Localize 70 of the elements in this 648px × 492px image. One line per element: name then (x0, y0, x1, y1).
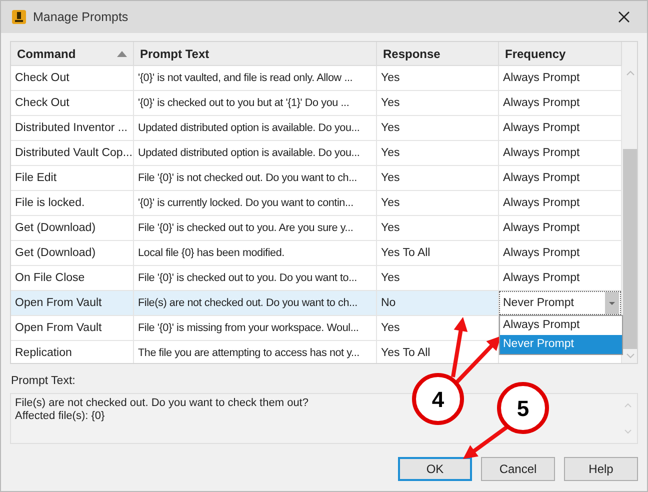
table-cell: '{0}' is not vaulted, and file is read only. Allow ... (138, 72, 353, 84)
table-row[interactable]: Get (Download) Local file {0} has been modified. Yes To All Always Prompt (11, 241, 622, 266)
app-icon (11, 9, 27, 25)
table-row[interactable]: Check Out '{0}' is not vaulted, and file is read only. Allow ... Yes Always Prompt (11, 66, 622, 91)
table-cell: Local file {0} has been modified. (138, 247, 284, 259)
table-cell: Get (Download) (15, 247, 96, 259)
arrow (463, 425, 508, 459)
table-cell: Yes (381, 322, 400, 334)
table-cell: Distributed Vault Cop... (15, 147, 132, 159)
callout-number: 5 (516, 396, 530, 421)
table-cell: File '{0}' is checked out to you. Are you sure y... (138, 222, 354, 234)
close-icon[interactable] (618, 11, 630, 23)
table-cell: '{0}' is currently locked. Do you want to contin... (138, 197, 354, 209)
window-title: Manage Prompts (33, 10, 130, 24)
table-cell: Open From Vault (15, 322, 102, 334)
table-row[interactable]: File Edit File '{0}' is not checked out. Do you want to ch... Yes Always Prompt (11, 166, 622, 191)
column-header[interactable]: Response (377, 42, 499, 65)
table-row[interactable]: Get (Download) File '{0}' is checked out to you. Are you sure y... Yes Always Prompt (11, 216, 622, 241)
table-cell: '{0}' is checked out to you but at '{1}' Do you ... (138, 97, 350, 109)
table-cell: Always Prompt (503, 72, 580, 84)
prompt-text-line: Affected file(s): {0} (15, 410, 105, 423)
table-cell: Get (Download) (15, 222, 96, 234)
table-cell: Always Prompt (503, 97, 580, 109)
table-cell: Yes (381, 222, 400, 234)
table-cell: File is locked. (15, 197, 85, 209)
table-row[interactable]: File is locked. '{0}' is currently locked. Do you want to contin... Yes Always Prompt (11, 191, 622, 216)
table-cell: File '{0}' is missing from your workspace. Woul... (138, 322, 359, 334)
table-cell: Always Prompt (503, 172, 580, 184)
table-row[interactable]: Distributed Vault Cop... Updated distributed option is available. Do you... Yes Always Prompt (11, 141, 622, 166)
table-cell: Yes (381, 197, 400, 209)
table-cell: Always Prompt (503, 122, 580, 134)
table-cell: File(s) are not checked out. Do you want to ch... (138, 297, 358, 309)
callout-circle (412, 373, 464, 425)
table-cell: Yes (381, 147, 400, 159)
table-cell: File '{0}' is not checked out. Do you want to ch... (138, 172, 357, 184)
table-cell: Yes To All (381, 247, 430, 259)
dialog-button[interactable]: Help (564, 457, 638, 481)
table-row[interactable]: Check Out '{0}' is checked out to you but at '{1}' Do you ... Yes Always Prompt (11, 91, 622, 116)
table-cell: Yes (381, 97, 400, 109)
table-cell: Yes (381, 72, 400, 84)
table-cell: Updated distributed option is available. Do you... (138, 147, 360, 159)
callout-circle (497, 382, 549, 434)
table-cell: Always Prompt (503, 247, 580, 259)
table-cell: File Edit (15, 172, 57, 184)
table-cell: Open From Vault (15, 297, 102, 309)
table-cell: Updated distributed option is available. Do you... (138, 122, 360, 134)
table-cell: Yes (381, 272, 400, 284)
column-header[interactable]: Command (11, 42, 134, 65)
table-cell: Always Prompt (503, 197, 580, 209)
column-header[interactable]: Prompt Text (134, 42, 377, 65)
scrollbar[interactable] (622, 42, 637, 363)
table-cell: Always Prompt (503, 222, 580, 234)
table-cell: Distributed Inventor ... (15, 122, 128, 134)
table-row[interactable]: Distributed Inventor ... Updated distributed option is available. Do you... Yes Always Prompt (11, 116, 622, 141)
table-cell: Check Out (15, 97, 70, 109)
table-cell: Check Out (15, 72, 70, 84)
frequency-dropdown[interactable]: Never Prompt (499, 291, 621, 315)
table-cell: Always Prompt (503, 272, 580, 284)
table-cell: Always Prompt (503, 147, 580, 159)
dialog-button[interactable]: Cancel (481, 457, 555, 481)
table-cell: On File Close (15, 272, 85, 284)
dialog-button[interactable]: OK (398, 457, 472, 481)
table-cell: File '{0}' is checked out to you. Do you want to... (138, 272, 357, 284)
dropdown-option[interactable]: Always Prompt (500, 316, 622, 335)
table-cell: Yes (381, 122, 400, 134)
prompt-text-line: File(s) are not checked out. Do you want to check them out? (15, 397, 308, 410)
table-cell: No (381, 297, 396, 309)
prompt-text-label: Prompt Text: (11, 375, 76, 387)
table-cell: Yes (381, 172, 400, 184)
dropdown-option[interactable]: Never Prompt (500, 335, 622, 354)
